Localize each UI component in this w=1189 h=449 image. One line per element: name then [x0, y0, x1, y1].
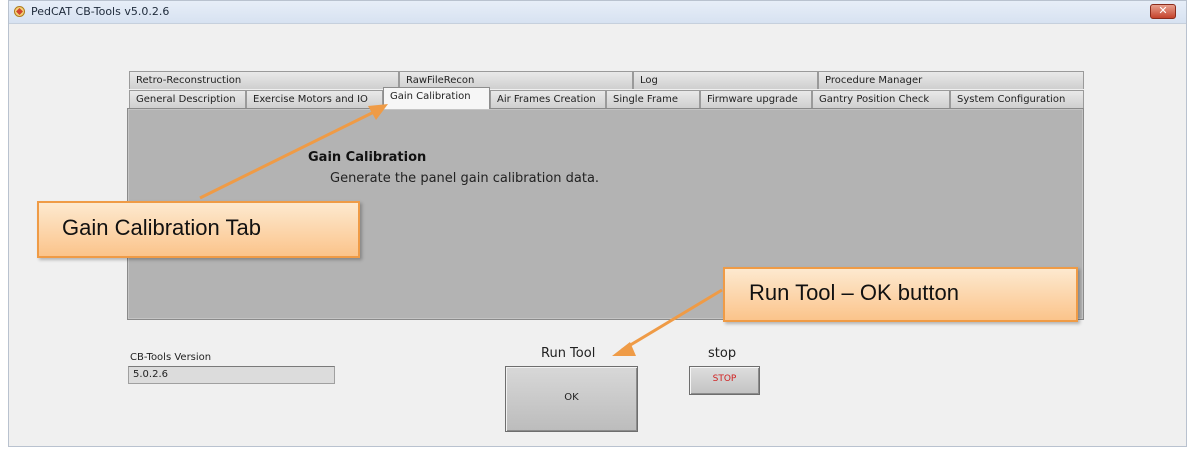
tab-log[interactable]: Log — [633, 71, 818, 89]
stop-button[interactable]: STOP — [689, 366, 760, 395]
stop-label: stop — [708, 346, 737, 361]
tab-label: Retro-Reconstruction — [136, 75, 242, 86]
callout-run-tool-ok: Run Tool – OK button — [723, 267, 1078, 322]
version-field: 5.0.2.6 — [128, 366, 335, 384]
tab-single-frame[interactable]: Single Frame — [606, 90, 700, 108]
tab-retro-reconstruction[interactable]: Retro-Reconstruction — [129, 71, 399, 89]
tab-label: Log — [640, 75, 658, 86]
tab-general-description[interactable]: General Description — [129, 90, 246, 108]
panel-description: Generate the panel gain calibration data… — [330, 171, 600, 186]
run-tool-label: Run Tool — [541, 346, 596, 361]
ok-button-label: OK — [564, 392, 579, 403]
close-button[interactable]: ✕ — [1150, 4, 1176, 19]
tab-gantry-position-check[interactable]: Gantry Position Check — [812, 90, 950, 108]
tab-label: System Configuration — [957, 94, 1066, 105]
tab-system-configuration[interactable]: System Configuration — [950, 90, 1084, 108]
callout-gain-calibration-tab: Gain Calibration Tab — [37, 201, 360, 258]
stop-button-label: STOP — [712, 374, 737, 384]
tab-label: RawFileRecon — [406, 75, 475, 86]
title-bar: PedCAT CB-Tools v5.0.2.6 ✕ — [9, 1, 1186, 24]
tab-firmware-upgrade[interactable]: Firmware upgrade — [700, 90, 812, 108]
tab-air-frames-creation[interactable]: Air Frames Creation — [490, 90, 606, 108]
ok-button[interactable]: OK — [505, 366, 638, 432]
panel-heading: Gain Calibration — [308, 150, 427, 165]
tab-label: General Description — [136, 94, 236, 105]
tab-label: Gain Calibration — [390, 91, 471, 102]
tab-label: Single Frame — [613, 94, 679, 105]
tab-label: Air Frames Creation — [497, 94, 596, 105]
tab-label: Gantry Position Check — [819, 94, 930, 105]
tab-procedure-manager[interactable]: Procedure Manager — [818, 71, 1084, 89]
tab-exercise-motors[interactable]: Exercise Motors and IO — [246, 90, 383, 108]
tab-gain-calibration[interactable]: Gain Calibration — [383, 87, 490, 109]
app-icon — [14, 6, 25, 17]
window-title: PedCAT CB-Tools v5.0.2.6 — [31, 5, 170, 18]
tab-label: Firmware upgrade — [707, 94, 798, 105]
version-label: CB-Tools Version — [130, 352, 212, 363]
tab-label: Procedure Manager — [825, 75, 923, 86]
close-icon: ✕ — [1158, 4, 1168, 17]
tab-label: Exercise Motors and IO — [253, 94, 368, 105]
